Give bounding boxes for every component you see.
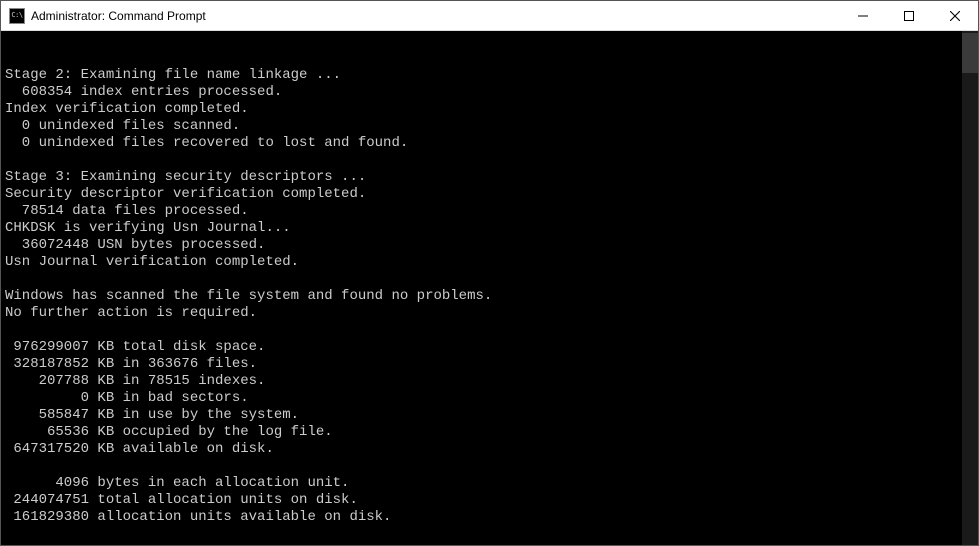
close-icon (950, 11, 960, 21)
window-title: Administrator: Command Prompt (31, 9, 206, 23)
maximize-icon (904, 11, 914, 21)
scrollbar-thumb[interactable] (962, 33, 978, 73)
terminal-output: Stage 2: Examining file name linkage ...… (5, 67, 978, 543)
minimize-icon (858, 11, 868, 21)
scrollbar-track[interactable] (962, 31, 978, 545)
maximize-button[interactable] (886, 1, 932, 30)
terminal-area[interactable]: Stage 2: Examining file name linkage ...… (1, 31, 978, 545)
minimize-button[interactable] (840, 1, 886, 30)
cmd-icon (9, 8, 25, 24)
close-button[interactable] (932, 1, 978, 30)
window-controls (840, 1, 978, 30)
titlebar[interactable]: Administrator: Command Prompt (1, 1, 978, 31)
